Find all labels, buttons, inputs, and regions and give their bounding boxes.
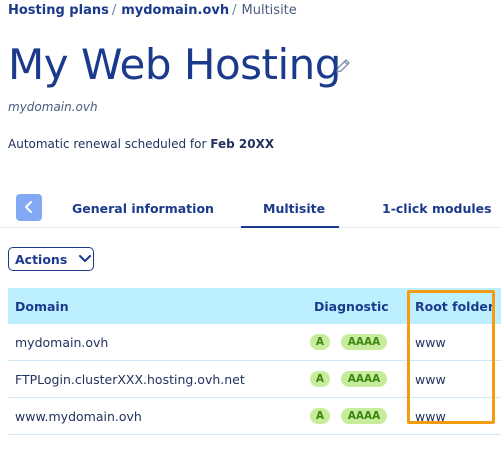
table-row: FTPLogin.clusterXXX.hosting.ovh.net A AA… [8, 361, 501, 398]
table-row: mydomain.ovh A AAAA www [8, 324, 501, 361]
chevron-left-icon [24, 198, 34, 217]
root-folder-cell: www [415, 335, 446, 350]
table-row: www.mydomain.ovh A AAAA www [8, 398, 501, 435]
root-folder-cell: www [415, 409, 446, 424]
tabs-back-button[interactable] [16, 194, 42, 221]
tab-1-click-modules[interactable]: 1-click modules [382, 201, 492, 216]
breadcrumb-separator: / [232, 3, 237, 18]
root-folder-cell: www [415, 372, 446, 387]
domain-cell: FTPLogin.clusterXXX.hosting.ovh.net [15, 372, 245, 387]
diagnostic-aaaa-badge[interactable]: AAAA [341, 408, 387, 424]
pencil-icon[interactable] [335, 58, 351, 78]
column-header-domain[interactable]: Domain [15, 299, 69, 314]
table-header: Domain Diagnostic Root folder [8, 288, 501, 324]
domain-subtitle: mydomain.ovh [8, 100, 98, 114]
breadcrumb-hosting-plans[interactable]: Hosting plans [8, 3, 109, 18]
diagnostic-a-badge[interactable]: A [310, 371, 330, 387]
breadcrumb: Hosting plans / mydomain.ovh / Multisite [8, 3, 297, 18]
diagnostic-aaaa-badge[interactable]: AAAA [341, 371, 387, 387]
diagnostic-aaaa-badge[interactable]: AAAA [341, 334, 387, 350]
breadcrumb-domain[interactable]: mydomain.ovh [121, 3, 229, 18]
renewal-text: Automatic renewal scheduled for [8, 137, 211, 151]
renewal-info: Automatic renewal scheduled for Feb 20XX [8, 137, 274, 151]
actions-label: Actions [15, 251, 68, 267]
column-header-root-folder: Root folder [415, 299, 495, 314]
tab-multisite[interactable]: Multisite [263, 201, 325, 216]
chevron-down-icon [79, 255, 92, 263]
active-tab-indicator [241, 226, 339, 228]
renewal-date: Feb 20XX [210, 137, 275, 151]
breadcrumb-separator: / [111, 3, 117, 18]
diagnostic-a-badge[interactable]: A [310, 334, 330, 350]
page-title: My Web Hosting [8, 40, 341, 89]
breadcrumb-current: Multisite [241, 3, 297, 18]
column-header-diagnostic: Diagnostic [314, 299, 389, 314]
domain-cell: mydomain.ovh [15, 335, 109, 350]
tab-general-information[interactable]: General information [72, 201, 214, 216]
actions-dropdown-button[interactable]: Actions [8, 247, 94, 271]
diagnostic-a-badge[interactable]: A [310, 408, 330, 424]
multisite-table: Domain Diagnostic Root folder mydomain.o… [8, 288, 501, 435]
domain-cell: www.mydomain.ovh [15, 409, 142, 424]
